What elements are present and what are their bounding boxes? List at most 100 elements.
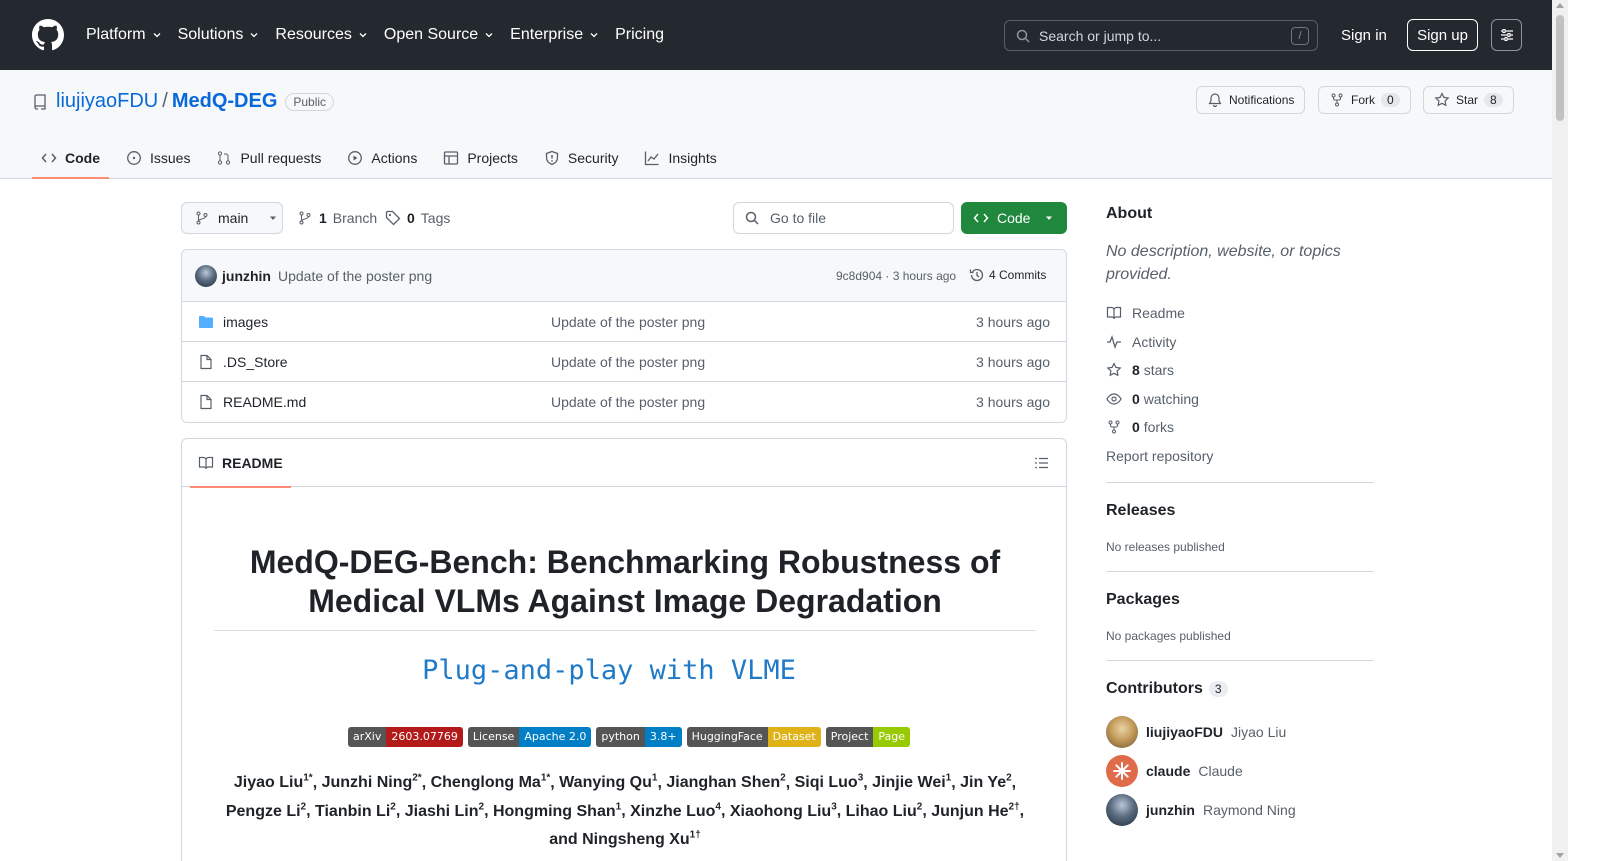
nav-open-source[interactable]: Open Source (384, 26, 494, 44)
stars-link[interactable]: 8 stars (1106, 362, 1174, 378)
contributor-login[interactable]: claude (1146, 763, 1190, 779)
tab-pull-requests[interactable]: Pull requests (207, 136, 330, 179)
list-icon[interactable] (1034, 455, 1050, 471)
star-icon (1434, 92, 1450, 107)
forks-link[interactable]: 0 forks (1106, 419, 1174, 435)
author-entry: Pengze Li2 (226, 801, 306, 819)
readme-badge[interactable]: Project Page (825, 727, 911, 747)
graph-icon (645, 151, 659, 165)
contributor-login[interactable]: junzhin (1146, 802, 1195, 818)
tab-code[interactable]: Code (32, 136, 109, 179)
author-entry: Jianghan Shen2 (666, 773, 785, 791)
contributors-title[interactable]: Contributors 3 (1106, 680, 1228, 698)
avatar[interactable] (1106, 755, 1138, 787)
nav-pricing[interactable]: Pricing (615, 26, 664, 44)
sign-in-link[interactable]: Sign in (1341, 27, 1387, 44)
readme-tab[interactable]: README (190, 439, 291, 488)
file-commit-message[interactable]: Update of the poster png (551, 354, 705, 370)
author-name: Tianbin Li (315, 802, 391, 820)
about-description: No description, website, or topics provi… (1106, 243, 1341, 283)
repo-header: liujiyaoFDU / MedQ-DEG Public Notificati… (0, 70, 1552, 179)
code-button-label: Code (997, 210, 1031, 226)
avatar[interactable] (1106, 794, 1138, 826)
readme-badge[interactable]: arXiv 2603.07769 (348, 727, 463, 747)
divider (214, 630, 1036, 631)
scroll-up-arrow-icon[interactable] (1556, 3, 1564, 8)
tab-insights[interactable]: Insights (635, 136, 725, 179)
readme-title: MedQ-DEG-Bench: Benchmarking Robustness … (249, 544, 1001, 619)
folder-icon (199, 316, 213, 328)
fork-icon (1331, 93, 1343, 107)
github-logo-icon[interactable] (32, 19, 64, 51)
branch-selector[interactable]: main (181, 202, 283, 234)
top-nav: Platform Solutions Resources Open Source… (86, 0, 680, 70)
avatar[interactable] (195, 265, 217, 287)
go-to-file-placeholder: Go to file (770, 210, 827, 226)
releases-title[interactable]: Releases (1106, 502, 1175, 520)
commit-message-link[interactable]: Update of the poster png (278, 268, 432, 284)
file-commit-message[interactable]: Update of the poster png (551, 314, 705, 330)
tab-label: Pull requests (240, 149, 322, 166)
file-name-link[interactable]: images (223, 314, 268, 330)
nav-platform[interactable]: Platform (86, 26, 162, 44)
readme-badge[interactable]: HuggingFace Dataset (686, 727, 821, 747)
file-row[interactable]: .DS_Store Update of the poster png 3 hou… (182, 342, 1066, 382)
commits-history-link[interactable]: 4 Commits (969, 267, 1046, 283)
tags-link[interactable]: 0 Tags (385, 210, 450, 226)
contributor-login[interactable]: liujiyaoFDU (1146, 724, 1223, 740)
packages-title[interactable]: Packages (1106, 591, 1180, 609)
go-to-file-input[interactable]: Go to file (733, 202, 954, 234)
badge-row: arXiv 2603.07769 License Apache 2.0 python 3.… (348, 727, 911, 747)
avatar[interactable] (1106, 716, 1138, 748)
readme-badge[interactable]: python 3.8+ (596, 727, 682, 747)
tag-count: 0 (407, 210, 415, 226)
file-name-link[interactable]: README.md (223, 394, 306, 410)
report-label: Report repository (1106, 448, 1214, 464)
scroll-down-arrow-icon[interactable] (1556, 853, 1564, 858)
file-commit-message[interactable]: Update of the poster png (551, 394, 705, 410)
author-entry: Wanying Qu1 (559, 773, 657, 791)
report-repository-link[interactable]: Report repository (1106, 448, 1213, 464)
code-dropdown-button[interactable]: Code (961, 202, 1067, 234)
scrollbar-thumb[interactable] (1556, 15, 1564, 121)
author-entry: Chenglong Ma1* (431, 773, 551, 791)
file-row[interactable]: README.md Update of the poster png 3 hou… (182, 382, 1066, 422)
shield-icon (545, 150, 559, 165)
tab-actions[interactable]: Actions (338, 136, 426, 179)
watching-link[interactable]: 0 watching (1106, 391, 1199, 407)
tab-issues[interactable]: Issues (117, 136, 199, 179)
activity-link[interactable]: Activity (1106, 334, 1176, 350)
chevron-down-icon (485, 33, 493, 38)
file-row[interactable]: images Update of the poster png 3 hours … (182, 302, 1066, 342)
readme-link[interactable]: Readme (1106, 305, 1185, 321)
contributor-item[interactable]: junzhin Raymond Ning (1106, 794, 1296, 826)
stars-count: 8 (1132, 362, 1140, 378)
sign-up-button[interactable]: Sign up (1407, 19, 1478, 51)
nav-enterprise[interactable]: Enterprise (510, 26, 599, 44)
author-affiliation: 1 (615, 801, 622, 813)
star-button[interactable]: Star 8 (1423, 86, 1514, 114)
repo-name-link[interactable]: MedQ-DEG (172, 90, 278, 113)
repo-owner-link[interactable]: liujiyaoFDU (56, 90, 158, 113)
code-icon (41, 153, 57, 162)
branches-link[interactable]: 1 Branch (297, 210, 377, 226)
command-palette-button[interactable] (1491, 19, 1522, 51)
page-scrollbar[interactable] (1552, 0, 1568, 861)
commit-author-link[interactable]: junzhin (222, 268, 271, 284)
commit-sha-time[interactable]: 9c8d904 · 3 hours ago (836, 269, 956, 283)
contributor-item[interactable]: claude Claude (1106, 755, 1243, 787)
fork-button[interactable]: Fork 0 (1318, 86, 1411, 114)
readme-panel: README MedQ-DEG-Bench: Benchmarking Robu… (181, 438, 1067, 861)
pulse-icon (1107, 335, 1121, 349)
search-input[interactable]: Search or jump to... / (1004, 20, 1318, 51)
bell-icon (1208, 93, 1222, 108)
contributor-item[interactable]: liujiyaoFDU Jiyao Liu (1106, 716, 1286, 748)
fork-icon (1108, 420, 1120, 434)
readme-badge[interactable]: License Apache 2.0 (467, 727, 592, 747)
tab-projects[interactable]: Projects (434, 136, 527, 179)
notifications-button[interactable]: Notifications (1196, 86, 1306, 114)
tab-security[interactable]: Security (535, 136, 628, 179)
file-name-link[interactable]: .DS_Store (223, 354, 288, 370)
nav-solutions[interactable]: Solutions (178, 26, 260, 44)
nav-resources[interactable]: Resources (275, 26, 367, 44)
